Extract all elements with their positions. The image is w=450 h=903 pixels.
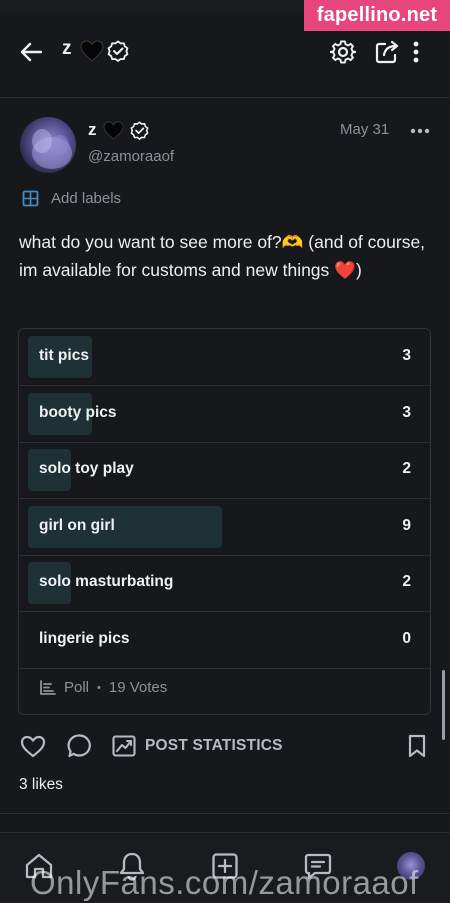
author-name[interactable]: z bbox=[88, 120, 97, 140]
status-strip bbox=[0, 0, 304, 12]
poll-option[interactable]: solo masturbating 2 bbox=[19, 555, 430, 612]
poll-footer: Poll • 19 Votes bbox=[39, 679, 167, 696]
comment-button[interactable] bbox=[65, 732, 95, 760]
more-menu-button[interactable] bbox=[406, 37, 426, 67]
black-heart-icon bbox=[103, 121, 124, 140]
post-date: May 31 bbox=[340, 121, 390, 138]
poll-option[interactable]: tit pics 3 bbox=[19, 329, 430, 386]
poll-icon bbox=[40, 680, 56, 695]
post-bottom-divider bbox=[0, 813, 450, 814]
verified-badge-icon bbox=[130, 121, 149, 140]
post-text: what do you want to see more of?🫶 (and o… bbox=[19, 232, 426, 280]
back-arrow-icon bbox=[20, 42, 42, 62]
more-horizontal-icon bbox=[410, 128, 430, 134]
post-statistics-label: POST STATISTICS bbox=[145, 737, 283, 754]
like-button[interactable] bbox=[18, 732, 48, 760]
share-button[interactable] bbox=[373, 37, 403, 67]
comment-icon bbox=[67, 734, 91, 758]
poll-option-label: lingerie pics bbox=[39, 629, 130, 647]
add-labels-button[interactable]: Add labels bbox=[22, 190, 121, 207]
verified-badge-icon bbox=[107, 40, 129, 62]
poll-option[interactable]: girl on girl 9 bbox=[19, 499, 430, 556]
poll-option-label: tit pics bbox=[39, 347, 89, 364]
poll-option[interactable]: booty pics 3 bbox=[19, 386, 430, 443]
settings-button[interactable] bbox=[328, 37, 358, 67]
poll-option-label: solo masturbating bbox=[39, 573, 174, 590]
page-title: z bbox=[62, 38, 72, 59]
bookmark-icon bbox=[408, 734, 426, 758]
poll-option-count: 3 bbox=[402, 347, 411, 364]
bookmark-button[interactable] bbox=[403, 732, 431, 760]
watermark-site-badge: fapellino.net bbox=[304, 0, 450, 31]
scrollbar[interactable] bbox=[442, 670, 445, 740]
label-icon bbox=[22, 190, 39, 207]
poll-option-count: 2 bbox=[402, 460, 411, 477]
more-vertical-icon bbox=[413, 41, 419, 63]
likes-count[interactable]: 3 likes bbox=[19, 776, 63, 794]
poll-type-label: Poll bbox=[64, 679, 90, 696]
poll: tit pics 3 booty pics 3 solo toy play 2 girl o… bbox=[18, 328, 431, 715]
avatar-image bbox=[32, 129, 72, 169]
black-heart-icon bbox=[80, 40, 104, 62]
author-handle[interactable]: @zamoraaof bbox=[88, 148, 174, 165]
poll-option-label: girl on girl bbox=[39, 516, 115, 534]
share-icon bbox=[375, 40, 399, 64]
poll-option-label: booty pics bbox=[39, 403, 117, 421]
poll-option-count: 9 bbox=[402, 516, 411, 534]
stats-icon bbox=[112, 735, 136, 757]
gear-icon bbox=[330, 40, 356, 64]
author-avatar[interactable] bbox=[20, 117, 76, 173]
poll-option[interactable]: solo toy play 2 bbox=[19, 442, 430, 499]
header-divider bbox=[0, 97, 450, 98]
add-labels-text: Add labels bbox=[51, 190, 122, 207]
heart-icon bbox=[20, 735, 46, 757]
poll-votes: 19 Votes bbox=[108, 679, 168, 696]
watermark-bottom: OnlyFans.com/zamoraaof bbox=[30, 864, 419, 901]
back-button[interactable] bbox=[16, 38, 46, 66]
poll-option-count: 3 bbox=[402, 403, 411, 421]
poll-option-label: solo toy play bbox=[39, 460, 134, 477]
poll-footer-separator: • bbox=[97, 681, 101, 694]
poll-option-count: 2 bbox=[402, 573, 411, 590]
poll-option-count: 0 bbox=[402, 629, 411, 647]
post-options-button[interactable] bbox=[408, 124, 432, 138]
poll-option[interactable]: lingerie pics 0 bbox=[19, 612, 430, 669]
